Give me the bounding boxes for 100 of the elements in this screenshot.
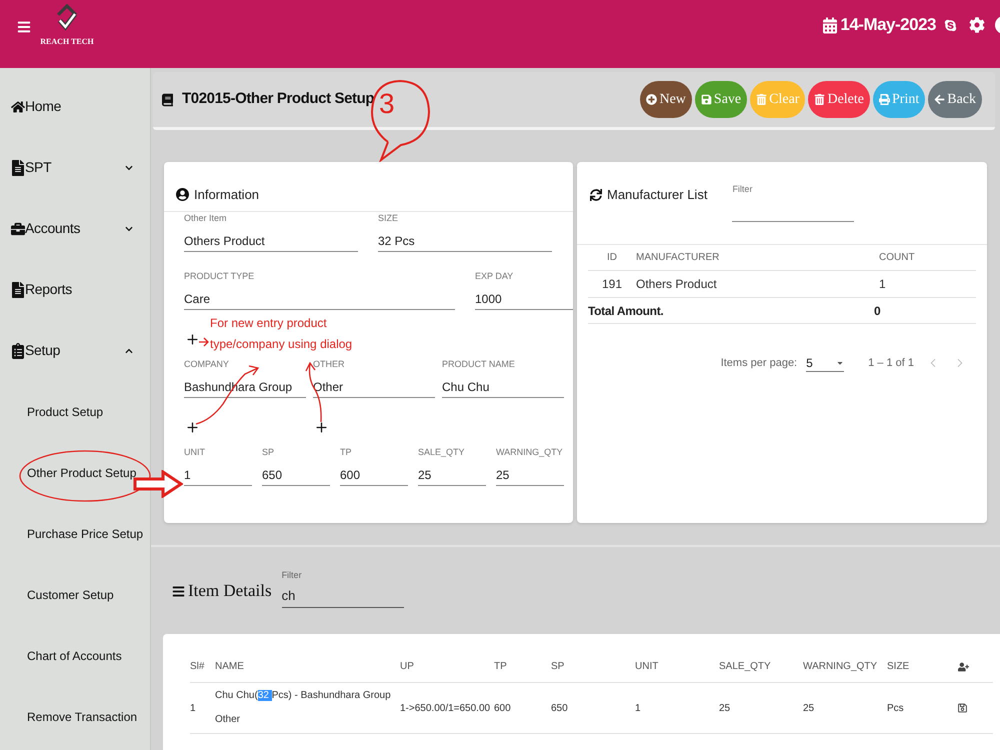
user-icon	[176, 187, 189, 202]
save-icon[interactable]	[958, 703, 967, 713]
section-title: Item Details	[188, 581, 272, 601]
field-label: SIZE	[378, 212, 400, 224]
annotation-arrow	[198, 336, 210, 348]
back-button[interactable]: Back	[928, 81, 982, 118]
column-header: SALE_QTY	[719, 660, 771, 674]
total-value: 0	[874, 302, 881, 320]
logo-icon	[55, 3, 79, 33]
field-label: SP	[262, 446, 276, 458]
trash-icon	[756, 94, 768, 105]
sidebar-subitem[interactable]: Remove Transaction	[27, 708, 138, 726]
sidebar-item[interactable]: Reports	[0, 259, 150, 320]
briefcase-icon	[11, 220, 25, 236]
trash-icon	[814, 94, 826, 105]
column-header: COUNT	[879, 251, 915, 265]
menu-icon[interactable]	[17, 20, 31, 34]
document-icon	[11, 282, 25, 298]
input-field[interactable]: 1000	[475, 290, 573, 310]
sidebar-subitem[interactable]: Chart of Accounts	[27, 646, 122, 664]
column-header: MANUFACTURER	[636, 251, 720, 265]
field-label: UNIT	[184, 446, 206, 458]
field-label: PRODUCT TYPE	[184, 270, 256, 282]
field-label: COMPANY	[184, 358, 230, 370]
sidebar-item[interactable]: Accounts	[0, 198, 150, 259]
printer-icon	[879, 94, 890, 105]
items-per-page-label: Items per page:	[720, 356, 798, 371]
table-cell-text: 1	[879, 276, 886, 293]
calendar-icon	[823, 16, 838, 34]
arrow-left-icon	[934, 94, 946, 105]
sidebar-subitem[interactable]: Purchase Price Setup	[27, 524, 144, 542]
column-header: SP	[551, 660, 564, 674]
field-label: Filter	[732, 184, 754, 194]
callout-number: 3	[379, 88, 395, 120]
sidebar-item[interactable]: SPT	[0, 137, 150, 198]
plus-icon[interactable]	[185, 332, 200, 347]
item-name: Chu Chu(32 Pcs) - Bashundhara Group	[215, 689, 392, 703]
column-header: NAME	[215, 660, 244, 674]
page-range: 1 – 1 of 1	[868, 356, 914, 371]
column-header: ID	[607, 251, 617, 265]
annotation-note: For new entry product type/company using dialog	[210, 315, 354, 353]
table-cell-text: 1	[635, 702, 642, 716]
total-label: Total Amount.	[588, 302, 664, 320]
page-size-select[interactable]: 5	[806, 354, 844, 372]
input-field[interactable]: 32 Pcs	[378, 232, 552, 252]
plus-icon[interactable]	[185, 420, 200, 435]
field-label: SALE_QTY	[418, 446, 466, 458]
column-header: SIZE	[887, 660, 910, 674]
table-cell-text: 1	[190, 702, 197, 716]
skype-icon[interactable]	[944, 18, 957, 32]
card-title: Information	[194, 186, 260, 204]
table-cell-text: 600	[494, 702, 512, 716]
filter-field[interactable]: ch	[282, 586, 404, 608]
sidebar-subitem[interactable]: Product Setup	[27, 402, 104, 420]
logo-text: REACH TECH	[40, 37, 94, 47]
table-cell-text: 25	[719, 702, 732, 716]
add-user-icon[interactable]	[958, 662, 969, 672]
field-label: PRODUCT NAME	[442, 358, 516, 370]
settings-icon[interactable]	[969, 17, 985, 33]
book-icon	[162, 92, 173, 106]
clipboard-icon	[11, 342, 25, 358]
field-label: EXP DAY	[475, 270, 514, 282]
table-cell-text: 25	[803, 702, 816, 716]
field-label: OTHER	[313, 358, 346, 370]
column-header: UP	[400, 660, 414, 674]
table-cell-text: Pcs	[887, 702, 905, 716]
list-icon	[172, 584, 185, 598]
current-date: 14-May-2023	[840, 14, 936, 36]
new-button[interactable]: New	[640, 81, 692, 118]
item-category: Other	[215, 713, 242, 727]
document-icon	[11, 160, 25, 176]
home-icon	[11, 98, 25, 114]
input-field[interactable]: 600	[340, 466, 408, 486]
field-label: TP	[340, 446, 353, 458]
sidebar-item[interactable]: Home	[0, 76, 150, 137]
column-header: Sl#	[190, 660, 204, 674]
field-label: WARNING_QTY	[496, 446, 564, 458]
input-field[interactable]: Others Product	[184, 232, 358, 252]
table-cell-text: 191	[602, 276, 622, 293]
page-title: T02015-Other Product Setup	[182, 89, 374, 110]
plus-icon[interactable]	[314, 420, 329, 435]
input-field[interactable]: Care	[184, 290, 455, 310]
input-field[interactable]: Other	[313, 378, 435, 398]
refresh-icon[interactable]	[590, 188, 602, 202]
input-field[interactable]: Chu Chu	[442, 378, 564, 398]
table-cell-text: 650	[551, 702, 569, 716]
input-field[interactable]: 25	[496, 466, 564, 486]
input-field[interactable]: 1	[184, 466, 252, 486]
column-header: UNIT	[635, 660, 658, 674]
table-cell-text: 1->650.00/1=650.00	[400, 702, 492, 716]
sidebar-item[interactable]: Setup	[0, 320, 150, 381]
delete-button[interactable]: Delete	[808, 81, 870, 118]
field-label: Filter	[282, 569, 303, 581]
input-field[interactable]: 25	[418, 466, 486, 486]
input-field[interactable]: 650	[262, 466, 330, 486]
card-title: Manufacturer List	[607, 186, 708, 204]
column-header: TP	[494, 660, 507, 674]
sidebar-subitem[interactable]: Customer Setup	[27, 586, 114, 604]
field-label: Other Item	[184, 212, 228, 224]
table-cell-text: Others Product	[636, 276, 717, 293]
